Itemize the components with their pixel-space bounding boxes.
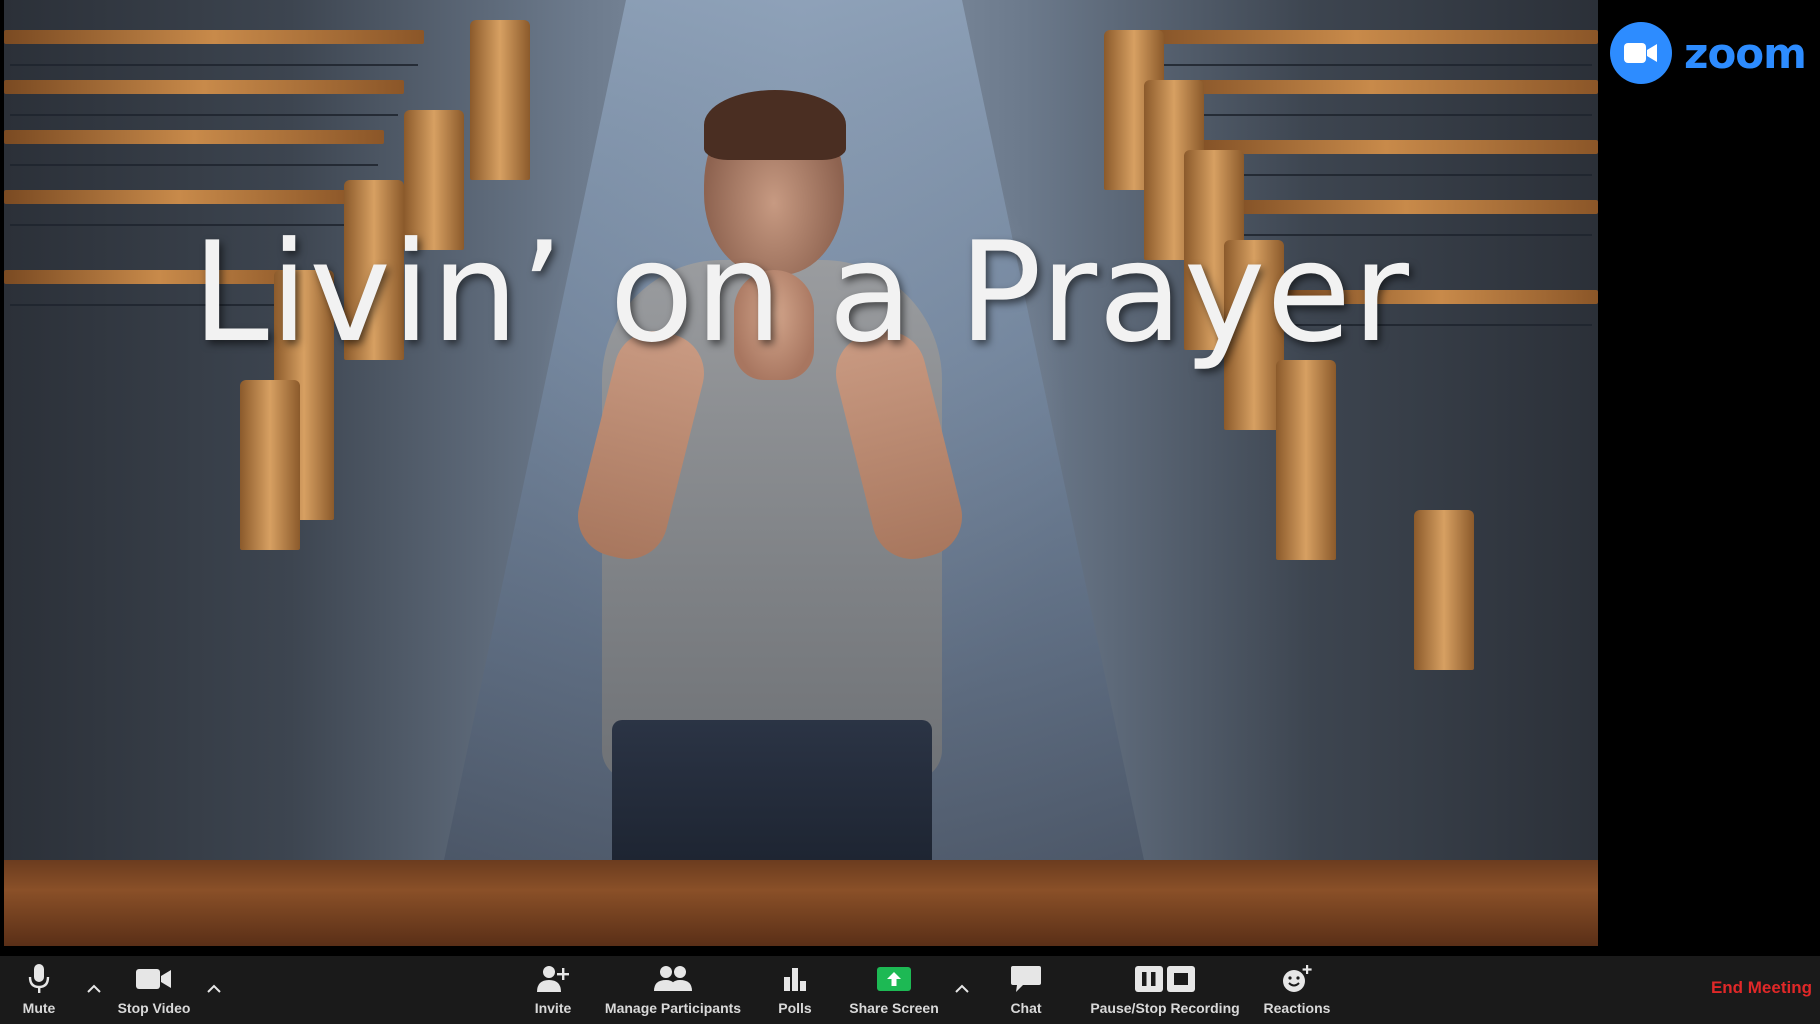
audio-options-caret[interactable] [82, 976, 106, 1000]
stop-video-button[interactable]: Stop Video [112, 962, 196, 1022]
chat-label: Chat [1010, 1000, 1042, 1016]
pew-end [1276, 360, 1336, 560]
slide-title: Livin’ on a Prayer [191, 212, 1411, 373]
polls-label: Polls [778, 1000, 812, 1016]
mute-label: Mute [22, 1000, 56, 1016]
mute-button[interactable]: Mute [12, 962, 66, 1022]
pew-end [1414, 510, 1474, 670]
person-hair [704, 90, 846, 160]
polls-button[interactable]: Polls [770, 962, 820, 1022]
invite-label: Invite [534, 1000, 572, 1016]
manage-participants-button[interactable]: Manage Participants [600, 962, 746, 1022]
zoom-meeting-window: Livin’ on a Prayer zoom Mute Stop Video … [0, 0, 1820, 1024]
manage-participants-label: Manage Participants [604, 1000, 742, 1016]
pew [4, 80, 404, 94]
pew-end [240, 380, 300, 550]
zoom-logo: zoom [1610, 22, 1807, 84]
share-options-caret[interactable] [950, 976, 974, 1000]
meeting-toolbar: Mute Stop Video Invite Manage Participan… [0, 956, 1820, 1024]
share-arrow-icon [876, 962, 912, 996]
share-screen-label: Share Screen [849, 1000, 939, 1016]
side-panel: zoom [1598, 0, 1820, 946]
pause-stop-recording-button[interactable]: Pause/Stop Recording [1086, 962, 1244, 1022]
add-person-icon [536, 962, 570, 996]
microphone-icon [28, 962, 50, 996]
pew [1114, 30, 1598, 44]
pew-end [470, 20, 530, 180]
bar-chart-icon [782, 962, 808, 996]
pew [4, 190, 354, 204]
zoom-logo-text: zoom [1684, 28, 1807, 78]
pause-stop-icon [1134, 962, 1196, 996]
pew [1144, 80, 1598, 94]
share-screen-button[interactable]: Share Screen [846, 962, 942, 1022]
reactions-label: Reactions [1263, 1000, 1331, 1016]
shared-screen: Livin’ on a Prayer [4, 0, 1598, 946]
person-jeans [612, 720, 932, 868]
video-options-caret[interactable] [202, 976, 226, 1000]
camera-icon [135, 962, 173, 996]
chat-button[interactable]: Chat [1006, 962, 1046, 1022]
zoom-camera-icon [1610, 22, 1672, 84]
smiley-plus-icon [1281, 962, 1313, 996]
pew [4, 130, 384, 144]
pew [4, 30, 424, 44]
stop-video-label: Stop Video [117, 1000, 191, 1016]
wooden-rail [4, 860, 1598, 946]
speech-bubble-icon [1010, 962, 1042, 996]
people-icon [654, 962, 692, 996]
end-meeting-button[interactable]: End Meeting [1711, 978, 1812, 998]
reactions-button[interactable]: Reactions [1260, 962, 1334, 1022]
pause-stop-recording-label: Pause/Stop Recording [1090, 1000, 1240, 1016]
invite-button[interactable]: Invite [526, 962, 580, 1022]
